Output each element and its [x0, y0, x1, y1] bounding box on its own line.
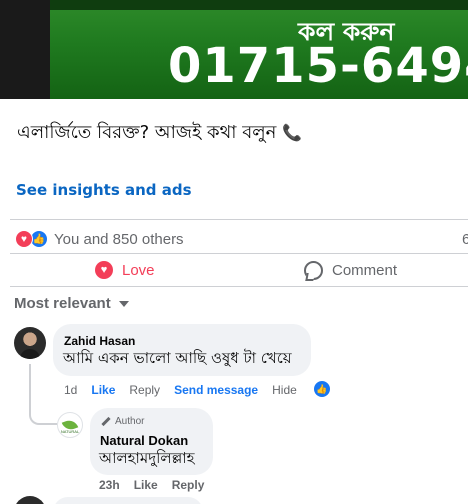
reply-actions: 23h Like Reply	[99, 478, 218, 492]
reply-reply-button[interactable]: Reply	[172, 478, 205, 492]
avatar[interactable]	[14, 327, 46, 359]
comment-text: আমি একন ভালো আছি ওষুধ টা খেয়ে	[63, 349, 292, 367]
comment-reply-button[interactable]: Reply	[129, 383, 160, 397]
comment-label: Comment	[332, 261, 398, 279]
reply-author-name[interactable]: Natural Dokan	[100, 433, 188, 448]
reply-like-button[interactable]: Like	[134, 478, 158, 492]
reaction-count-text: You and 850 others	[54, 230, 184, 248]
comment-filter-dropdown[interactable]: Most relevant	[14, 295, 129, 312]
banner-phone-number: 01715-6494	[168, 38, 468, 94]
reply-text: আলহামদুলিল্লাহ	[99, 449, 195, 467]
author-badge-label: Author	[115, 416, 145, 427]
logo-text: NATURAL	[60, 429, 80, 434]
hide-comment-button[interactable]: Hide	[272, 383, 297, 397]
reply-time[interactable]: 23h	[99, 478, 120, 492]
comment-like-reaction-icon[interactable]: 👍	[314, 381, 330, 397]
divider-top	[10, 219, 468, 220]
reaction-summary[interactable]: ♥ 👍 You and 850 others	[15, 229, 184, 249]
divider-actions	[10, 286, 468, 287]
pencil-icon	[100, 416, 111, 427]
divider-reactions	[10, 253, 468, 254]
send-message-button[interactable]: Send message	[174, 383, 258, 397]
comment-like-button[interactable]: Like	[91, 383, 115, 397]
phone-icon: 📞	[282, 123, 303, 142]
post-caption-text: এলার্জিতে বিরক্ত? আজই কথা বলুন	[17, 122, 277, 143]
page-logo-avatar[interactable]: NATURAL	[57, 412, 83, 438]
see-insights-link[interactable]: See insights and ads	[16, 181, 192, 199]
avatar[interactable]	[14, 496, 46, 504]
comment-button[interactable]: Comment	[304, 258, 397, 282]
ad-banner-image: কল করুন 01715-6494	[0, 0, 468, 99]
comment-filter-label: Most relevant	[14, 295, 111, 312]
love-heart-icon: ♥	[95, 261, 113, 279]
comment-bubble	[53, 497, 203, 504]
banner-dark-edge	[0, 0, 50, 99]
reply-thread-line	[29, 364, 57, 425]
post-caption: এলার্জিতে বিরক্ত? আজই কথা বলুন 📞	[17, 118, 302, 149]
comment-bubble-icon	[304, 260, 323, 280]
love-label: Love	[122, 261, 155, 279]
heart-icon: ♥	[15, 230, 33, 248]
banner-top-stripe	[50, 0, 468, 10]
caret-down-icon	[118, 300, 129, 307]
love-button[interactable]: ♥ Love	[95, 258, 155, 282]
author-badge: Author	[100, 416, 144, 427]
comment-count[interactable]: 6	[462, 231, 468, 248]
comment-author-name[interactable]: Zahid Hasan	[64, 334, 135, 348]
comment-time[interactable]: 1d	[64, 383, 77, 397]
comment-actions: 1d Like Reply Send message Hide	[64, 383, 311, 397]
